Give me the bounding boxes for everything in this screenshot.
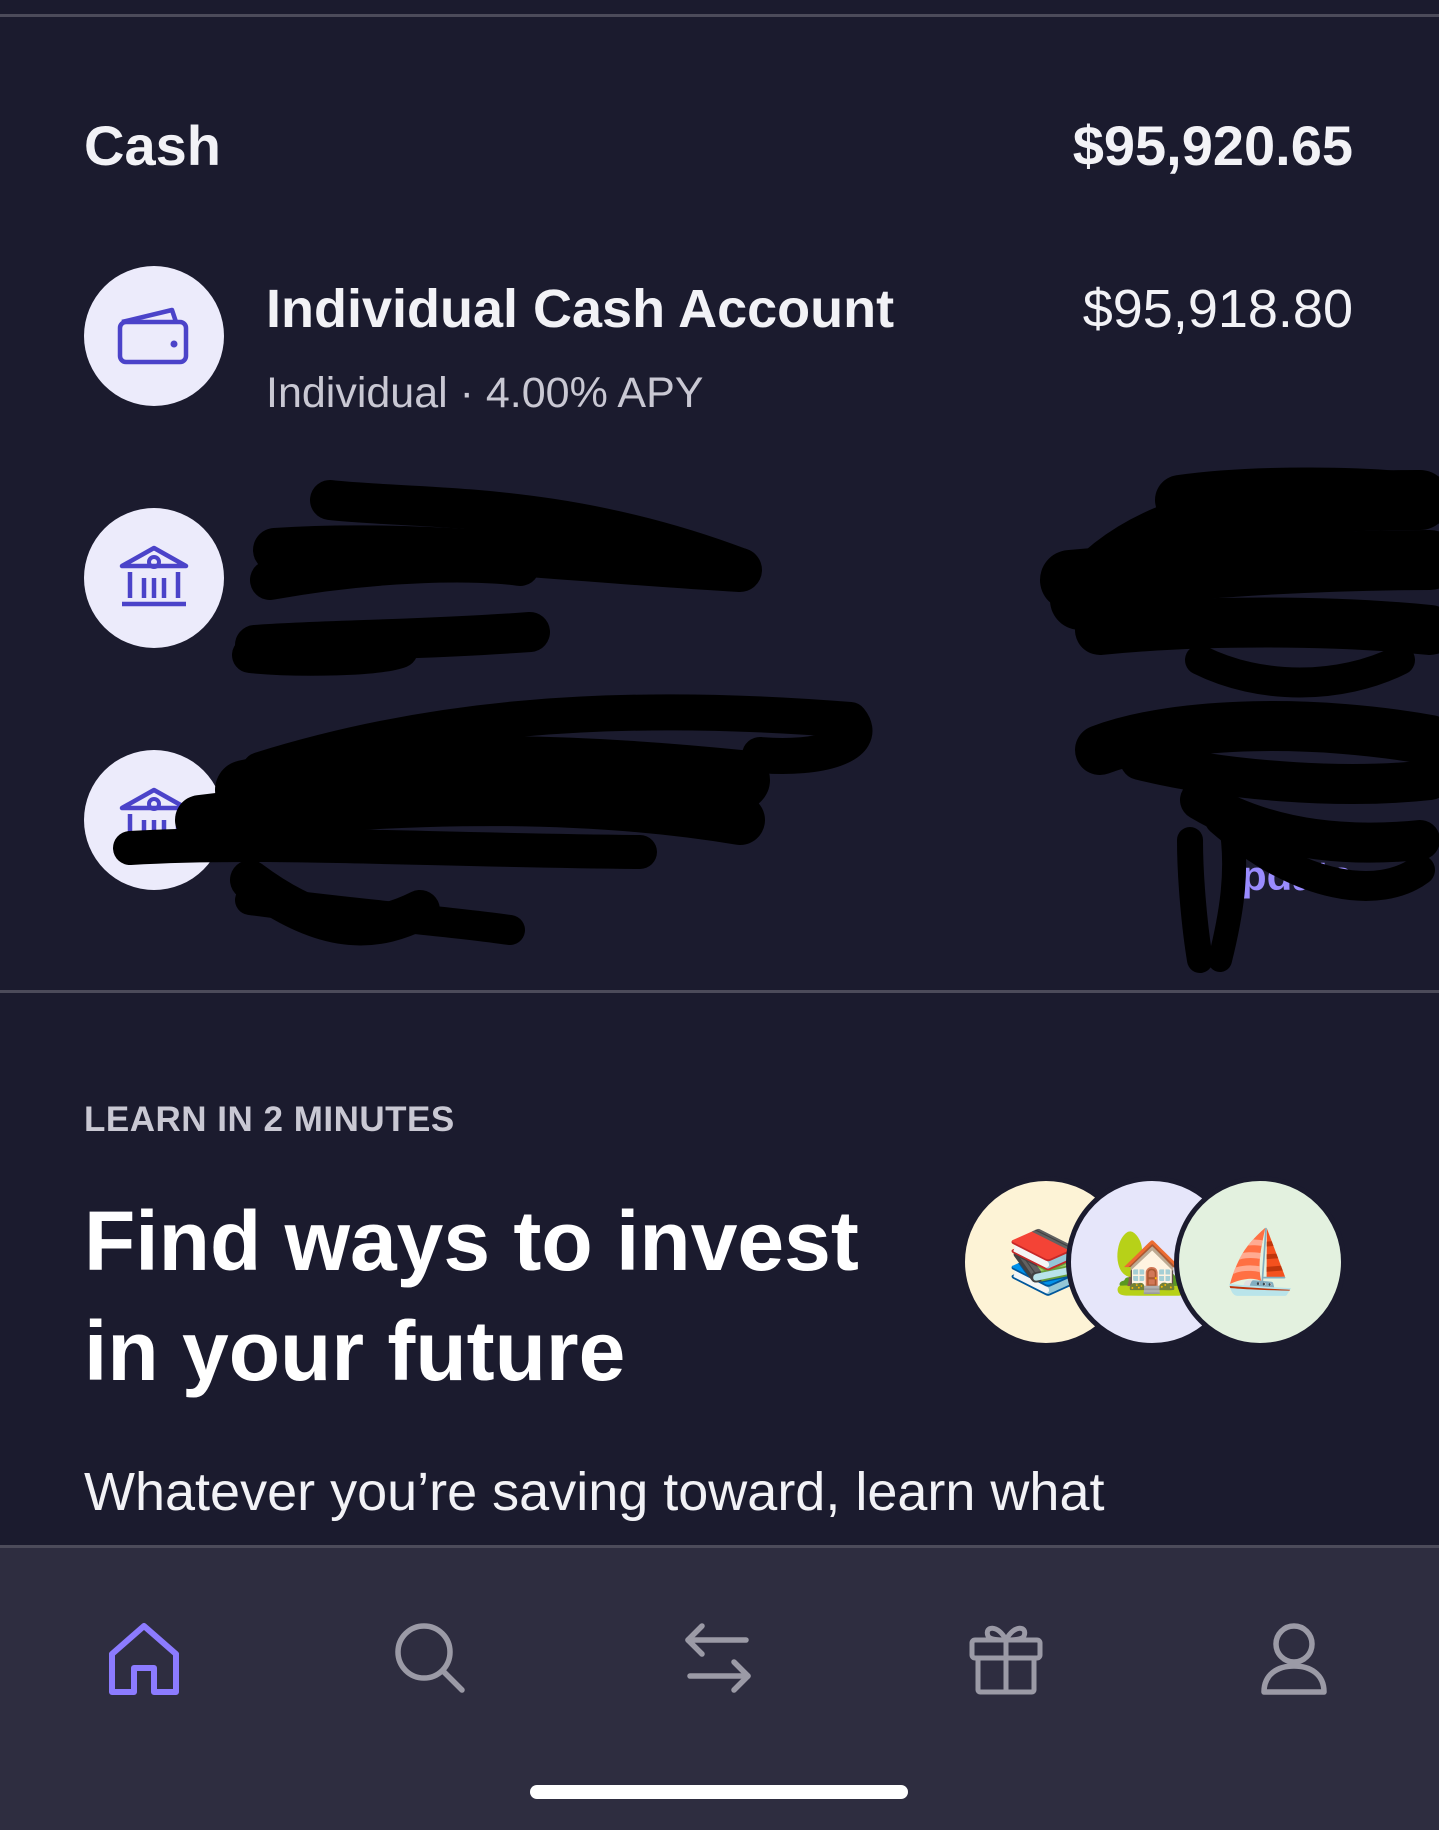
profile-icon[interactable] — [1244, 1608, 1344, 1708]
gift-icon[interactable] — [956, 1608, 1056, 1708]
home-icon[interactable] — [94, 1608, 194, 1708]
transfer-icon[interactable] — [668, 1608, 768, 1708]
learn-illustrations: 📚 🏡 ⛵ — [960, 1176, 1350, 1348]
bottom-tab-bar — [0, 1545, 1439, 1830]
sailboat-icon: ⛵ — [1174, 1176, 1346, 1348]
home-indicator — [530, 1785, 908, 1799]
learn-eyebrow: LEARN IN 2 MINUTES — [84, 1100, 455, 1139]
search-icon[interactable] — [380, 1608, 480, 1708]
learn-title: Find ways to invest in your future — [84, 1194, 859, 1398]
learn-body: Whatever you’re saving toward, learn wha… — [84, 1462, 1105, 1522]
section-divider — [0, 990, 1439, 993]
redaction-scribbles — [113, 467, 1439, 973]
